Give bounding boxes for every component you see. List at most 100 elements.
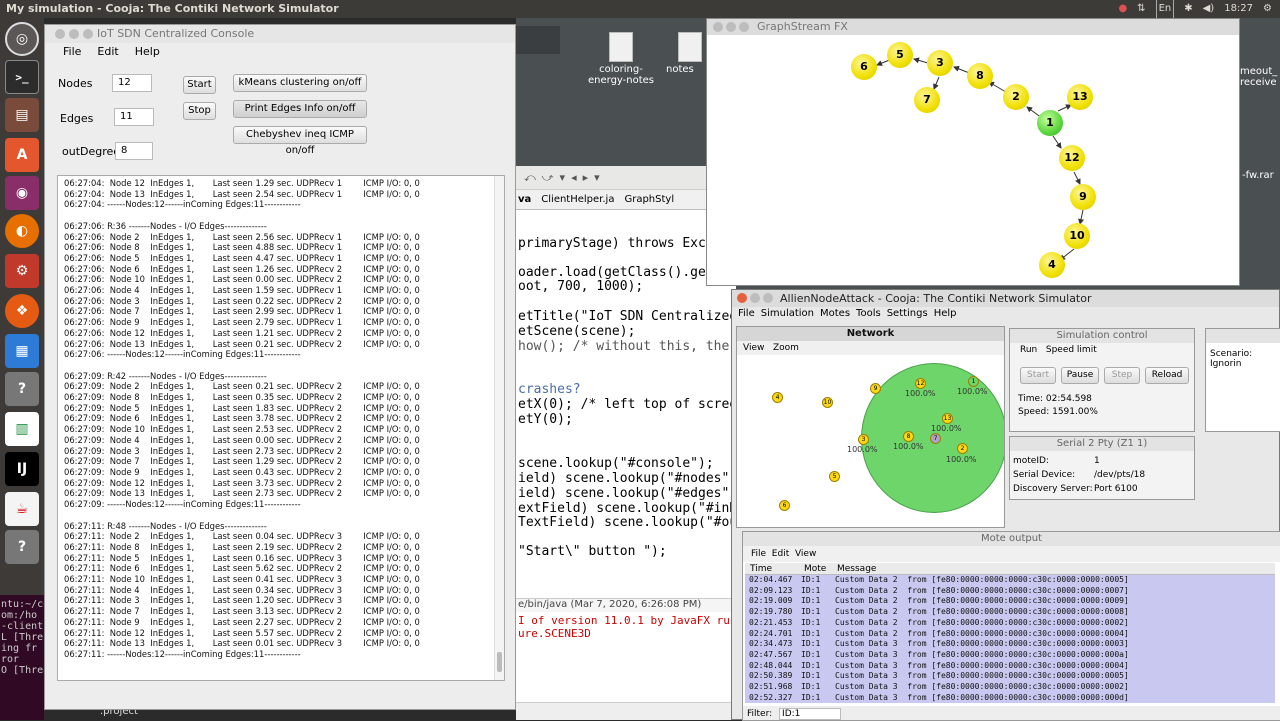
kmeans-toggle-button[interactable]: kMeans clustering on/off <box>233 74 367 92</box>
outdegree-field[interactable]: 8 <box>115 142 153 160</box>
filter-input[interactable]: ID:1 <box>779 708 842 720</box>
keyboard-layout-indicator[interactable]: En <box>1155 0 1175 19</box>
graph-node-4[interactable]: 4 <box>1039 252 1065 278</box>
menu-edit[interactable]: Edit <box>772 549 789 559</box>
mote-3[interactable]: 3 <box>858 434 869 445</box>
toolbar-icon[interactable]: ▾ <box>560 171 566 184</box>
col-message[interactable]: Message <box>837 563 876 575</box>
clock[interactable]: 18:27 <box>1224 0 1253 18</box>
close-button[interactable] <box>737 293 747 303</box>
graph-node-10[interactable]: 10 <box>1064 223 1090 249</box>
menu-file[interactable]: File <box>63 43 81 61</box>
ubuntu-one-icon[interactable]: ❖ <box>5 294 39 328</box>
print-edges-toggle-button[interactable]: Print Edges Info on/off <box>233 100 367 118</box>
system-settings-icon[interactable]: ⚙ <box>5 254 39 288</box>
moteout-table[interactable]: 02:04.467 ID:1 Custom Data 2 from [fe80:00… <box>745 575 1275 703</box>
start-button[interactable]: Start <box>1020 367 1056 384</box>
record-icon[interactable]: ● <box>1118 0 1127 18</box>
intellij-icon[interactable]: IJ <box>5 452 39 486</box>
webcam-app-icon[interactable]: ◉ <box>5 176 39 210</box>
menu-settings[interactable]: Settings <box>887 307 928 321</box>
scroll-thumb[interactable] <box>497 652 502 672</box>
graph-node-5[interactable]: 5 <box>887 42 913 68</box>
editor-tab[interactable]: ClientHelper.ja <box>541 194 614 205</box>
edges-field[interactable]: 11 <box>114 108 154 126</box>
help-icon[interactable]: ? <box>5 372 39 406</box>
stop-button[interactable]: Stop <box>183 102 216 120</box>
mote-13[interactable]: 13 <box>942 413 953 424</box>
mote-12[interactable]: 12 <box>915 378 926 389</box>
graph-node-9[interactable]: 9 <box>1070 184 1096 210</box>
menu-view[interactable]: View <box>795 549 816 559</box>
desktop-file-coloring-energy-notes[interactable]: coloring-energy-notes <box>586 32 656 86</box>
help-icon-2[interactable]: ? <box>5 530 39 564</box>
pause-button[interactable]: Pause <box>1061 367 1099 384</box>
menu-edit[interactable]: Edit <box>97 43 118 61</box>
simulation-control-title[interactable]: Simulation control <box>1010 329 1194 343</box>
graph-node-7[interactable]: 7 <box>914 87 940 113</box>
maximize-button[interactable] <box>763 293 773 303</box>
menu-run[interactable]: Run <box>1020 345 1037 355</box>
mote-8[interactable]: 8 <box>903 431 914 442</box>
mote-5[interactable]: 5 <box>829 471 840 482</box>
mote-1[interactable]: 1 <box>968 376 979 387</box>
desktop-file-notes[interactable]: notes <box>666 32 706 75</box>
toolbar-icon[interactable]: ⤻ <box>542 171 554 185</box>
menu-motes[interactable]: Motes <box>820 307 850 321</box>
menu-view[interactable]: View <box>743 343 764 353</box>
mote-output-title[interactable]: Mote output <box>743 532 1280 546</box>
ubuntu-dash-icon[interactable]: ◎ <box>5 22 39 56</box>
menu-file[interactable]: File <box>751 549 766 559</box>
toolbar-icon[interactable]: ▾ <box>594 171 600 184</box>
mote-9[interactable]: 9 <box>870 383 881 394</box>
mote-2[interactable]: 2 <box>957 443 968 454</box>
editor-tab[interactable]: GraphStyl <box>624 194 674 205</box>
col-time[interactable]: Time <box>750 563 772 575</box>
chebyshev-toggle-button[interactable]: Chebyshev ineq ICMP on/off <box>233 126 367 156</box>
maximize-button[interactable] <box>83 29 93 39</box>
graph-node-1[interactable]: 1 <box>1037 110 1063 136</box>
menu-speed-limit[interactable]: Speed limit <box>1046 345 1097 355</box>
toolbar-icon[interactable]: ⤺ <box>524 171 536 185</box>
desktop-file[interactable] <box>516 26 560 54</box>
menu-help[interactable]: Help <box>135 43 160 61</box>
minimize-button[interactable] <box>750 293 760 303</box>
close-button[interactable] <box>55 29 65 39</box>
network-icon[interactable]: ⇅ <box>1137 0 1145 18</box>
menu-zoom[interactable]: Zoom <box>773 343 799 353</box>
mote-10[interactable]: 10 <box>822 397 833 408</box>
file-manager-icon[interactable]: ▤ <box>5 98 39 132</box>
toolbar-icon[interactable]: ▸ <box>583 171 589 184</box>
menu-simulation[interactable]: Simulation <box>761 307 814 321</box>
reload-button[interactable]: Reload <box>1145 367 1189 384</box>
console-titlebar[interactable]: IoT SDN Centralized Console <box>45 25 515 43</box>
spreadsheet-icon[interactable]: ▥ <box>5 412 39 446</box>
menu-tools[interactable]: Tools <box>856 307 881 321</box>
menu-file[interactable]: File <box>738 307 755 321</box>
step-button[interactable]: Step <box>1104 367 1140 384</box>
terminal-icon[interactable]: >_ <box>5 60 39 94</box>
notes-text[interactable]: Scenario: Ignorin <box>1210 349 1280 369</box>
graph-node-12[interactable]: 12 <box>1059 145 1085 171</box>
minimize-button[interactable] <box>69 29 79 39</box>
desktop-file-fw-rar[interactable]: -fw.rar <box>1242 170 1274 181</box>
app-grid-icon[interactable]: ▦ <box>5 334 39 368</box>
graph-node-8[interactable]: 8 <box>967 63 993 89</box>
mote-6[interactable]: 6 <box>779 500 790 511</box>
cooja-titlebar[interactable]: AllienNodeAttack - Cooja: The Contiki Ne… <box>732 290 1279 307</box>
graph-node-13[interactable]: 13 <box>1067 84 1093 110</box>
editor-tab[interactable]: va <box>518 194 531 205</box>
start-button[interactable]: Start <box>183 76 216 94</box>
graph-node-6[interactable]: 6 <box>851 54 877 80</box>
serial-pty-title[interactable]: Serial 2 Pty (Z1 1) <box>1010 437 1194 451</box>
menu-help[interactable]: Help <box>934 307 957 321</box>
console-log-area[interactable]: 06:27:04: Node 12 InEdges 1, Last seen 1… <box>57 175 505 681</box>
notes-title[interactable] <box>1206 329 1280 343</box>
software-center-icon[interactable]: A <box>5 138 39 172</box>
settings-gear-icon[interactable]: ⚙ <box>1263 0 1272 18</box>
bluetooth-icon[interactable]: ✱ <box>1184 0 1192 18</box>
col-mote[interactable]: Mote <box>804 563 826 575</box>
mote-4[interactable]: 4 <box>772 392 783 403</box>
mote-7[interactable]: 7 <box>930 433 941 444</box>
java-app-icon[interactable]: ☕ <box>5 492 39 526</box>
